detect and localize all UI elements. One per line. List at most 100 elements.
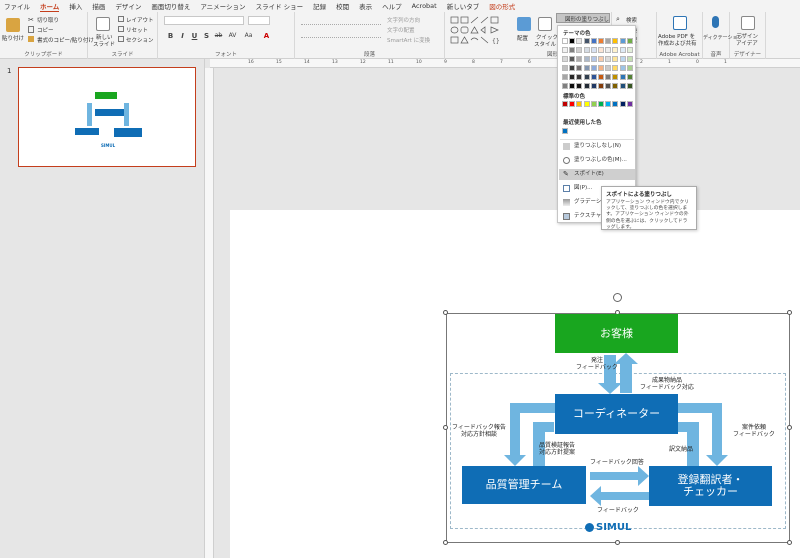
color-swatch[interactable] xyxy=(590,38,597,44)
smartart-button[interactable]: SmartArt に変換 xyxy=(387,36,430,44)
color-swatch[interactable] xyxy=(583,65,590,71)
color-swatch[interactable] xyxy=(612,38,619,44)
tab-view[interactable]: 表示 xyxy=(359,1,372,11)
color-swatch[interactable] xyxy=(619,47,626,53)
find-button[interactable]: 検索 xyxy=(626,16,637,24)
color-swatch[interactable] xyxy=(583,56,590,62)
color-swatch[interactable] xyxy=(605,65,612,71)
coordinator-box[interactable]: コーディネーター xyxy=(555,394,678,434)
color-swatch[interactable] xyxy=(612,56,619,62)
arrange-icon[interactable] xyxy=(517,17,531,31)
more-colors-item[interactable]: 塗りつぶしの色(M)... xyxy=(559,155,635,166)
new-slide-icon[interactable] xyxy=(96,17,110,31)
design-ideas-label-2[interactable]: アイデア xyxy=(736,39,758,47)
color-swatch[interactable] xyxy=(576,38,583,44)
slide-canvas[interactable]: お客様 コーディネーター 品質管理チーム 登録翻訳者・ チェッカー 発注 フィー… xyxy=(230,210,800,558)
text-direction-button[interactable]: 文字列の方向 xyxy=(387,16,420,24)
color-swatch[interactable] xyxy=(619,74,626,80)
translator-box[interactable]: 登録翻訳者・ チェッカー xyxy=(649,466,772,506)
color-swatch[interactable] xyxy=(598,74,604,80)
color-swatch[interactable] xyxy=(598,47,604,53)
quick-styles-label-2[interactable]: スタイル xyxy=(534,40,556,48)
tab-transitions[interactable]: 画面切り替え xyxy=(151,1,190,11)
color-swatch[interactable] xyxy=(626,83,633,89)
color-swatch[interactable] xyxy=(569,47,576,53)
new-slide-label-2[interactable]: スライド xyxy=(93,40,115,48)
tab-help[interactable]: ヘルプ xyxy=(382,1,402,11)
color-swatch[interactable] xyxy=(590,101,597,107)
color-swatch[interactable] xyxy=(590,74,597,80)
change-case-button[interactable]: Aa xyxy=(244,32,253,39)
color-swatch[interactable] xyxy=(576,65,583,71)
color-swatch[interactable] xyxy=(576,101,583,107)
tab-review[interactable]: 校閲 xyxy=(336,1,349,11)
tab-slideshow[interactable]: スライド ショー xyxy=(256,1,304,11)
color-swatch[interactable] xyxy=(598,83,604,89)
font-size-box[interactable] xyxy=(248,16,270,25)
color-swatch[interactable] xyxy=(605,101,612,107)
color-swatch[interactable] xyxy=(576,74,583,80)
tab-draw[interactable]: 描画 xyxy=(92,1,105,11)
color-swatch[interactable] xyxy=(562,74,568,80)
microphone-icon[interactable] xyxy=(712,16,719,28)
no-fill-item[interactable]: 塗りつぶしなし(N) xyxy=(559,141,635,152)
slide-thumbnail[interactable]: SIMUL xyxy=(18,67,196,167)
align-buttons[interactable] xyxy=(301,30,381,38)
color-swatch[interactable] xyxy=(612,47,619,53)
create-pdf-label-2[interactable]: 作成および共有 xyxy=(658,39,697,47)
paste-button[interactable]: 貼り付け xyxy=(2,34,24,42)
color-swatch[interactable] xyxy=(619,38,626,44)
designer-icon[interactable] xyxy=(741,16,755,30)
color-swatch[interactable] xyxy=(590,65,597,71)
color-swatch[interactable] xyxy=(605,83,612,89)
color-swatch[interactable] xyxy=(562,101,568,107)
color-swatch[interactable] xyxy=(626,56,633,62)
color-swatch[interactable] xyxy=(583,38,590,44)
color-swatch[interactable] xyxy=(583,47,590,53)
shape-fill-button[interactable]: 図形の塗りつぶし xyxy=(556,13,610,23)
align-text-button[interactable]: 文字の配置 xyxy=(387,26,415,34)
eyedropper-item[interactable]: ✎ スポイト(E) xyxy=(559,169,635,180)
customer-box[interactable]: お客様 xyxy=(555,314,678,353)
tab-animations[interactable]: アニメーション xyxy=(200,1,245,11)
tab-home[interactable]: ホーム xyxy=(40,1,60,12)
color-swatch[interactable] xyxy=(576,47,583,53)
color-swatch[interactable] xyxy=(626,74,633,80)
color-swatch[interactable] xyxy=(605,56,612,62)
tab-picture-format[interactable]: 図の形式 xyxy=(489,1,515,11)
color-swatch[interactable] xyxy=(612,83,619,89)
color-swatch[interactable] xyxy=(576,56,583,62)
shape-fill-label[interactable]: 図形の塗りつぶし xyxy=(565,15,609,23)
color-swatch[interactable] xyxy=(612,65,619,71)
color-swatch[interactable] xyxy=(619,56,626,62)
paste-icon[interactable] xyxy=(6,18,20,32)
color-swatch[interactable] xyxy=(562,128,568,134)
section-button[interactable]: セクション xyxy=(126,36,154,44)
list-buttons[interactable] xyxy=(301,17,381,25)
qc-team-box[interactable]: 品質管理チーム xyxy=(462,466,586,504)
quick-styles-icon[interactable] xyxy=(538,17,552,31)
color-swatch[interactable] xyxy=(626,101,633,107)
color-swatch[interactable] xyxy=(562,47,568,53)
color-swatch[interactable] xyxy=(598,38,604,44)
color-swatch[interactable] xyxy=(569,83,576,89)
color-swatch[interactable] xyxy=(626,47,633,53)
color-swatch[interactable] xyxy=(583,101,590,107)
tab-acrobat[interactable]: Acrobat xyxy=(412,2,437,10)
copy-button[interactable]: コピー xyxy=(37,26,54,34)
color-swatch[interactable] xyxy=(626,38,633,44)
color-swatch[interactable] xyxy=(619,83,626,89)
color-swatch[interactable] xyxy=(569,74,576,80)
tab-record[interactable]: 記録 xyxy=(313,1,326,11)
cut-button[interactable]: 切り取り xyxy=(37,16,59,24)
color-swatch[interactable] xyxy=(590,83,597,89)
tab-insert[interactable]: 挿入 xyxy=(69,1,82,11)
color-swatch[interactable] xyxy=(562,83,568,89)
font-color-button[interactable]: A xyxy=(262,32,271,40)
color-swatch[interactable] xyxy=(569,38,576,44)
shadow-button[interactable]: S xyxy=(202,32,211,40)
tab-file[interactable]: ファイル xyxy=(4,1,30,11)
shapes-gallery[interactable]: {} xyxy=(449,15,511,45)
color-swatch[interactable] xyxy=(562,56,568,62)
color-swatch[interactable] xyxy=(569,101,576,107)
